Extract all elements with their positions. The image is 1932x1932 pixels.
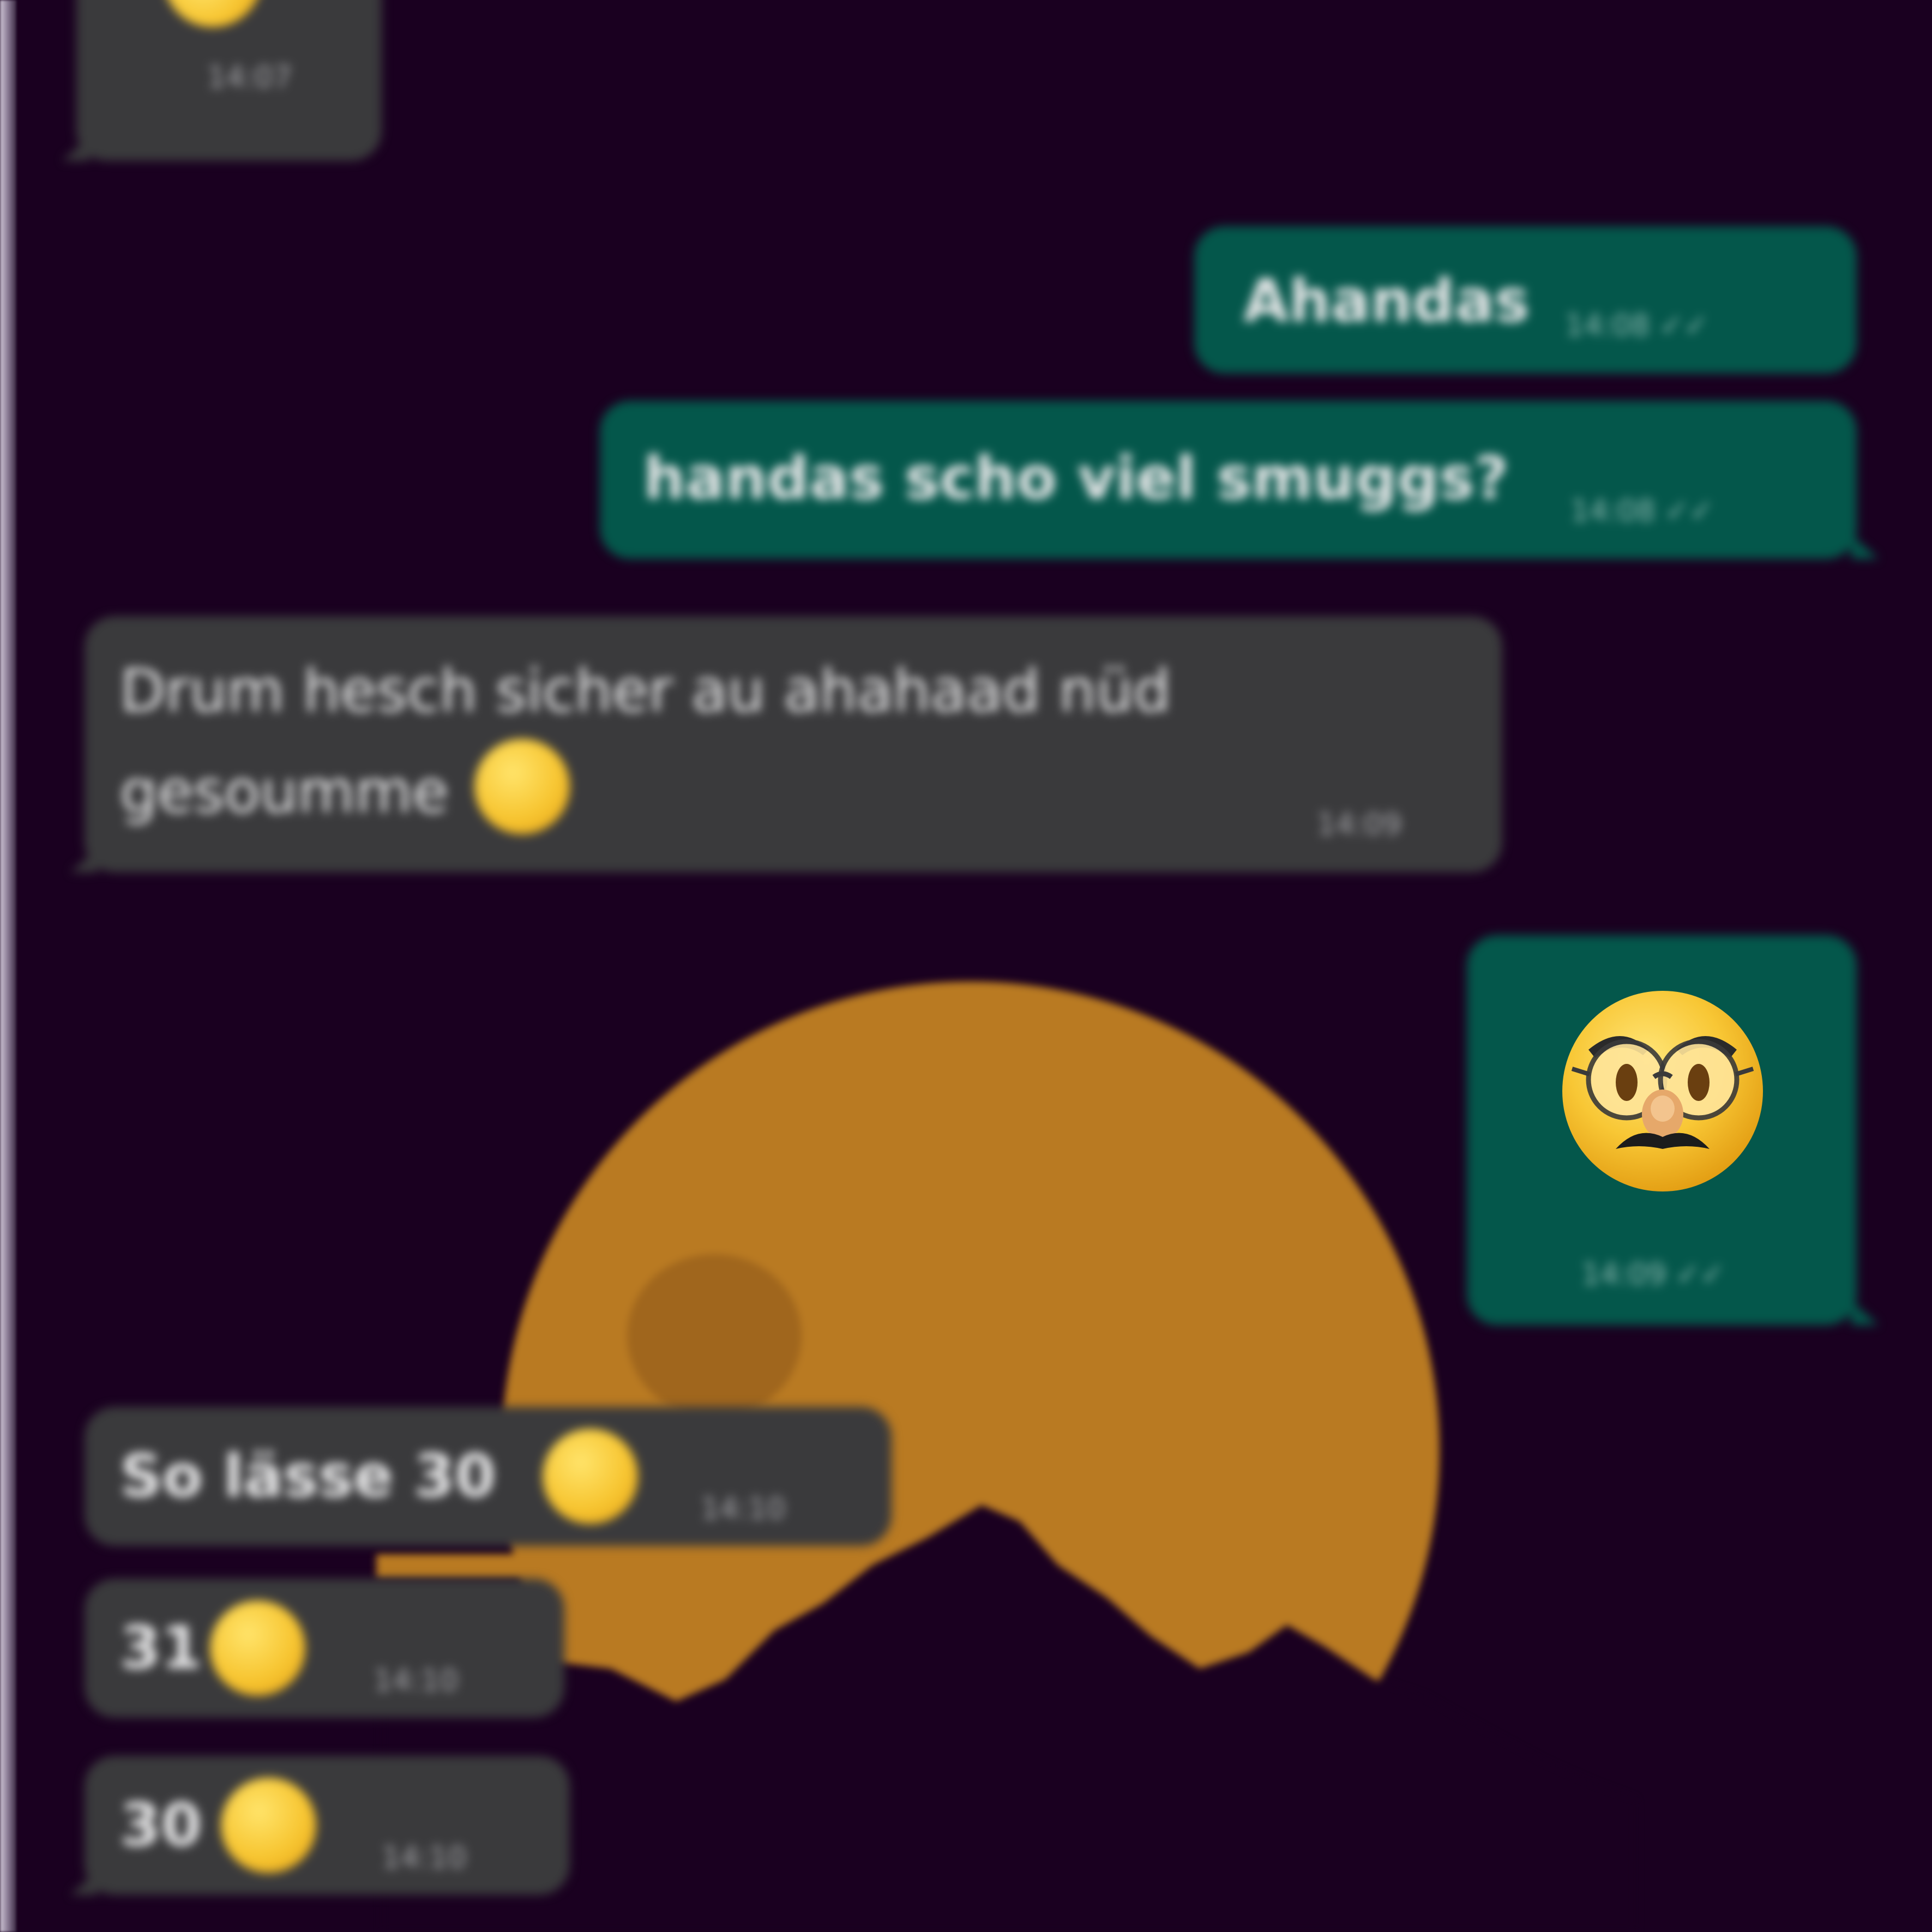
message-text: handas scho viel smuggs? <box>643 444 1509 513</box>
grinning-face-emoji-icon <box>543 1429 638 1524</box>
message-bubble-incoming[interactable]: 14:07 <box>62 0 382 161</box>
message-bubble-outgoing[interactable]: handas scho viel smuggs? 14:08 ✓✓ <box>600 401 1879 559</box>
message-text: So lässe 30 <box>120 1442 496 1510</box>
disguised-face-emoji-icon <box>1562 991 1763 1191</box>
message-time: 14:09 <box>1317 807 1402 841</box>
chat-screen: 14:07 Ahandas 14:08 ✓✓ handas scho viel … <box>0 0 1932 1932</box>
message-bubble-incoming[interactable]: 31 14:10 <box>85 1579 564 1718</box>
grinning-face-emoji-icon <box>210 1600 305 1696</box>
message-text: Drum hesch sicher au ahahaad nüd <box>120 657 1171 725</box>
grinning-face-emoji-icon <box>164 0 262 27</box>
message-text-line-2: gesoumme <box>120 758 449 826</box>
grinning-face-emoji-icon <box>221 1778 316 1873</box>
message-time: 14:09 ✓✓ <box>1581 1257 1725 1291</box>
message-time: 14:10 <box>382 1840 467 1875</box>
message-time: 14:10 <box>374 1663 459 1698</box>
message-bubble-incoming[interactable]: Drum hesch sicher au ahahaad nüd gesoumm… <box>70 616 1502 872</box>
message-time: 14:10 <box>701 1491 786 1526</box>
message-text: Ahandas <box>1243 267 1530 335</box>
message-bubble-outgoing[interactable]: Ahandas 14:08 ✓✓ <box>1194 226 1857 374</box>
message-time: 14:07 <box>207 60 292 94</box>
message-text: 31 <box>120 1614 202 1682</box>
grinning-face-emoji-icon <box>474 739 570 834</box>
message-time: 14:08 ✓✓ <box>1565 308 1709 342</box>
message-time: 14:08 ✓✓ <box>1570 493 1714 528</box>
message-bubble-incoming[interactable]: So lässe 30 14:10 <box>85 1407 892 1546</box>
message-bubble-incoming[interactable]: 30 14:10 <box>70 1756 570 1895</box>
message-text: 30 <box>120 1791 202 1859</box>
